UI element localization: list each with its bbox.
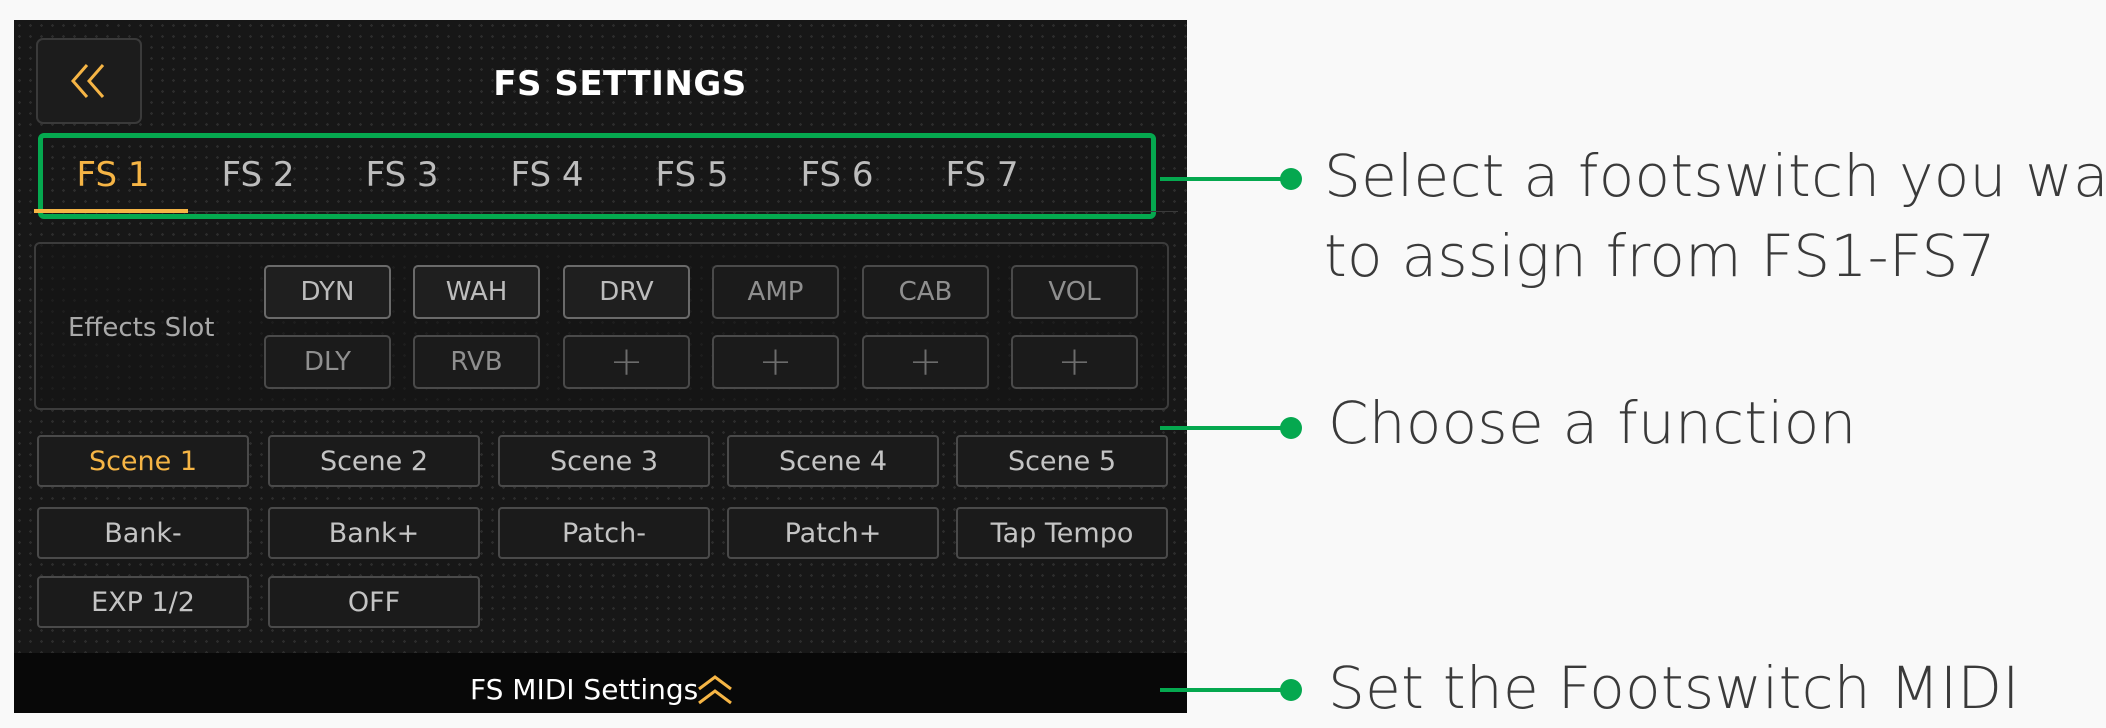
callout-connector-footswitch: [1160, 177, 1290, 181]
function-patch-down[interactable]: Patch-: [498, 507, 710, 559]
effect-slot-wah[interactable]: WAH: [413, 265, 540, 319]
fs-midi-settings-label[interactable]: FS MIDI Settings: [470, 672, 698, 708]
callout-connector-midi: [1160, 688, 1290, 692]
effect-slot-rvb[interactable]: RVB: [413, 335, 540, 389]
double-chevron-left-icon: [71, 64, 105, 98]
function-off[interactable]: OFF: [268, 576, 480, 628]
effect-slot-drv[interactable]: DRV: [563, 265, 690, 319]
effect-slot-cab[interactable]: CAB: [862, 265, 989, 319]
callout-choose-function: Choose a function: [1328, 389, 1857, 457]
callout-select-footswitch-line2: to assign from FS1-FS7: [1324, 222, 1996, 290]
tab-fs5[interactable]: FS 5: [637, 153, 747, 197]
tab-fs6[interactable]: FS 6: [782, 153, 892, 197]
effect-slot-amp[interactable]: AMP: [712, 265, 839, 319]
tab-divider: [188, 211, 1178, 212]
double-chevron-up-icon[interactable]: [695, 673, 735, 707]
function-scene-1[interactable]: Scene 1: [37, 435, 249, 487]
function-scene-2[interactable]: Scene 2: [268, 435, 480, 487]
function-scene-4[interactable]: Scene 4: [727, 435, 939, 487]
effect-slot-add[interactable]: +: [712, 335, 839, 389]
tab-fs2[interactable]: FS 2: [203, 153, 313, 197]
callout-dot-function: [1280, 417, 1302, 439]
function-patch-up[interactable]: Patch+: [727, 507, 939, 559]
effect-slot-dyn[interactable]: DYN: [264, 265, 391, 319]
effect-slot-dly[interactable]: DLY: [264, 335, 391, 389]
function-tap-tempo[interactable]: Tap Tempo: [956, 507, 1168, 559]
back-button[interactable]: [36, 38, 142, 124]
function-bank-up[interactable]: Bank+: [268, 507, 480, 559]
effects-slot-label: Effects Slot: [68, 313, 215, 343]
effect-slot-add[interactable]: +: [862, 335, 989, 389]
function-bank-down[interactable]: Bank-: [37, 507, 249, 559]
page-title: FS SETTINGS: [493, 64, 747, 104]
effect-slot-vol[interactable]: VOL: [1011, 265, 1138, 319]
tab-fs4[interactable]: FS 4: [492, 153, 602, 197]
function-exp[interactable]: EXP 1/2: [37, 576, 249, 628]
active-tab-underline: [34, 209, 188, 213]
tab-fs3[interactable]: FS 3: [347, 153, 457, 197]
function-scene-5[interactable]: Scene 5: [956, 435, 1168, 487]
callout-connector-function: [1160, 426, 1290, 430]
function-scene-3[interactable]: Scene 3: [498, 435, 710, 487]
tab-fs1[interactable]: FS 1: [58, 153, 168, 197]
callout-dot-midi: [1280, 679, 1302, 701]
effect-slot-add[interactable]: +: [563, 335, 690, 389]
effect-slot-add[interactable]: +: [1011, 335, 1138, 389]
callout-dot-footswitch: [1280, 168, 1302, 190]
callout-midi: Set the Footswitch MIDI: [1328, 654, 2020, 722]
callout-select-footswitch-line1: Select a footswitch you want: [1324, 142, 2106, 210]
tab-fs7[interactable]: FS 7: [927, 153, 1037, 197]
